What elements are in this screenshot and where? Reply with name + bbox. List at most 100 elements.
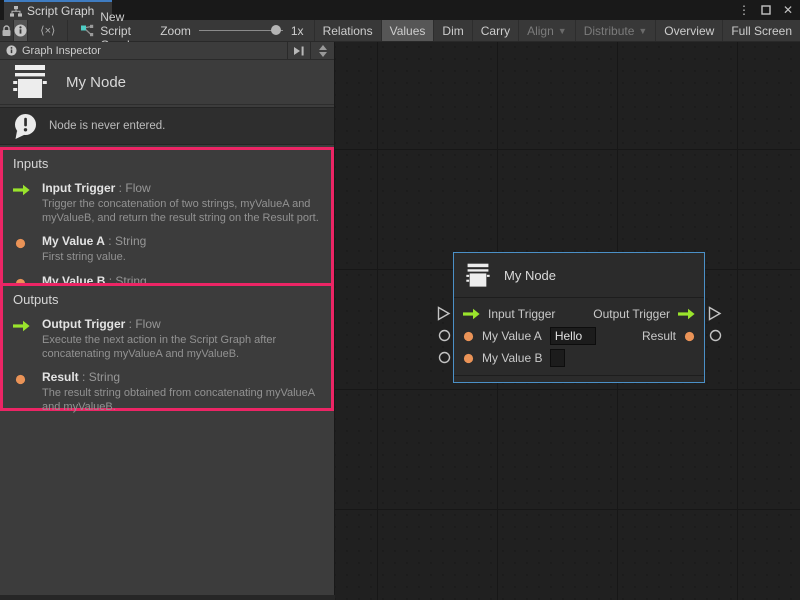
unit-icon (464, 263, 492, 288)
view-button-group: Relations Values Dim Carry Align ▼ Distr… (314, 20, 800, 41)
dock-panel-icon[interactable] (287, 42, 311, 59)
lock-button[interactable] (0, 20, 14, 41)
output-trigger-label: Output Trigger (593, 307, 670, 321)
carry-label: Carry (481, 24, 510, 38)
port-type: String (79, 370, 120, 384)
result-port[interactable] (684, 331, 695, 342)
maximize-icon[interactable] (758, 2, 774, 18)
port-entry-output-trigger: Output TriggerFlow Execute the next acti… (13, 317, 323, 361)
zoom-slider[interactable] (199, 30, 283, 31)
unit-footer (454, 375, 704, 386)
value-port-icon (13, 370, 33, 414)
graph-inspector-panel: Graph Inspector (0, 42, 335, 595)
warning-text: Node is never entered. (49, 120, 165, 132)
info-icon (6, 45, 17, 56)
distribute-label: Distribute (584, 24, 635, 38)
flow-in-port[interactable] (463, 308, 480, 320)
inspector-header: Graph Inspector (0, 42, 334, 60)
value-a-label: My Value A (482, 329, 542, 343)
port-entry-my-value-a: My Value AString First string value. (13, 234, 323, 265)
zoom-slider-handle[interactable] (271, 25, 281, 35)
external-value-a-marker[interactable] (436, 327, 452, 343)
inspected-node-header: My Node (0, 60, 334, 105)
zoom-control: Zoom 1x (150, 20, 313, 41)
overview-button[interactable]: Overview (655, 20, 722, 41)
align-dropdown: Align ▼ (518, 20, 575, 41)
port-description: Execute the next action in the Script Gr… (42, 334, 320, 361)
values-label: Values (390, 24, 426, 38)
carry-button[interactable]: Carry (472, 20, 518, 41)
graph-canvas[interactable]: My Node Input Trigger Output Trigger (335, 42, 800, 600)
dim-button[interactable]: Dim (433, 20, 471, 41)
zoom-label: Zoom (160, 24, 191, 38)
flow-out-port[interactable] (678, 308, 695, 320)
scroll-arrows[interactable] (316, 42, 330, 59)
unit-row-value-a: My Value A Result (454, 325, 704, 347)
tab-script-graph[interactable]: Script Graph (4, 0, 112, 20)
port-type: Flow (115, 181, 150, 195)
graph-hierarchy-icon (10, 6, 22, 17)
result-label: Result (642, 329, 676, 343)
outputs-section: Outputs Output TriggerFlow Execute the n… (0, 283, 334, 411)
window-bottom-edge (0, 595, 335, 600)
port-description: First string value. (42, 251, 146, 265)
port-description: Trigger the concatenation of two strings… (42, 198, 320, 225)
value-a-input[interactable] (550, 327, 596, 345)
window-menu-icon[interactable]: ⋮ (736, 2, 752, 18)
unit-header[interactable]: My Node (454, 253, 704, 298)
external-flow-in-marker[interactable] (436, 305, 452, 321)
port-name: Input Trigger (42, 181, 115, 195)
input-trigger-label: Input Trigger (488, 307, 555, 321)
port-name: My Value A (42, 234, 105, 248)
unit-row-trigger: Input Trigger Output Trigger (454, 303, 704, 325)
align-label: Align (527, 24, 554, 38)
info-icon (14, 24, 27, 37)
value-b-input[interactable] (550, 349, 565, 367)
toolbar: ⟨×⟩ New Script Graph Zoom 1x Relations (0, 20, 800, 42)
unit-row-value-b: My Value B (454, 347, 704, 369)
my-node-unit[interactable]: My Node Input Trigger Output Trigger (453, 252, 705, 383)
full-screen-button[interactable]: Full Screen (722, 20, 800, 41)
new-graph-icon (80, 24, 94, 37)
dim-label: Dim (442, 24, 463, 38)
port-description: The result string obtained from concaten… (42, 387, 320, 414)
external-value-b-marker[interactable] (436, 349, 452, 365)
flow-port-icon (13, 181, 33, 225)
full-screen-label: Full Screen (731, 24, 792, 38)
chevron-down-icon: ▼ (638, 26, 647, 36)
inspector-toggle-button[interactable] (14, 20, 28, 41)
window-controls: ⋮ ✕ (736, 0, 796, 20)
outputs-title: Outputs (13, 292, 323, 307)
values-button[interactable]: Values (381, 20, 434, 41)
tab-label: Script Graph (27, 4, 94, 18)
port-entry-result: ResultString The result string obtained … (13, 370, 323, 414)
value-b-label: My Value B (482, 351, 542, 365)
inputs-section: Inputs Input TriggerFlow Trigger the con… (0, 147, 334, 286)
chevron-down-icon: ▼ (558, 26, 567, 36)
relations-button[interactable]: Relations (314, 20, 381, 41)
close-icon[interactable]: ✕ (780, 2, 796, 18)
code-icon: ⟨×⟩ (40, 24, 55, 37)
overview-label: Overview (664, 24, 714, 38)
inputs-title: Inputs (13, 156, 323, 171)
lock-icon (1, 25, 12, 37)
zoom-value: 1x (291, 24, 304, 38)
external-result-marker[interactable] (707, 327, 723, 343)
inspected-node-title: My Node (66, 74, 126, 91)
inspector-title: Graph Inspector (22, 45, 282, 57)
node-icon (10, 64, 50, 100)
unit-title: My Node (504, 268, 556, 283)
relations-label: Relations (323, 24, 373, 38)
unit-body: Input Trigger Output Trigger My (454, 298, 704, 369)
graph-name[interactable]: New Script Graph (68, 20, 150, 41)
external-flow-out-marker[interactable] (707, 305, 723, 321)
warning-banner: Node is never entered. (0, 107, 334, 145)
port-name: Output Trigger (42, 317, 125, 331)
warning-bubble-icon (12, 113, 39, 140)
value-a-port[interactable] (463, 331, 474, 342)
distribute-dropdown: Distribute ▼ (575, 20, 656, 41)
script-graph-window: Script Graph ⋮ ✕ (0, 0, 800, 600)
code-view-button[interactable]: ⟨×⟩ (28, 20, 68, 41)
port-type: Flow (125, 317, 160, 331)
value-b-port[interactable] (463, 353, 474, 364)
